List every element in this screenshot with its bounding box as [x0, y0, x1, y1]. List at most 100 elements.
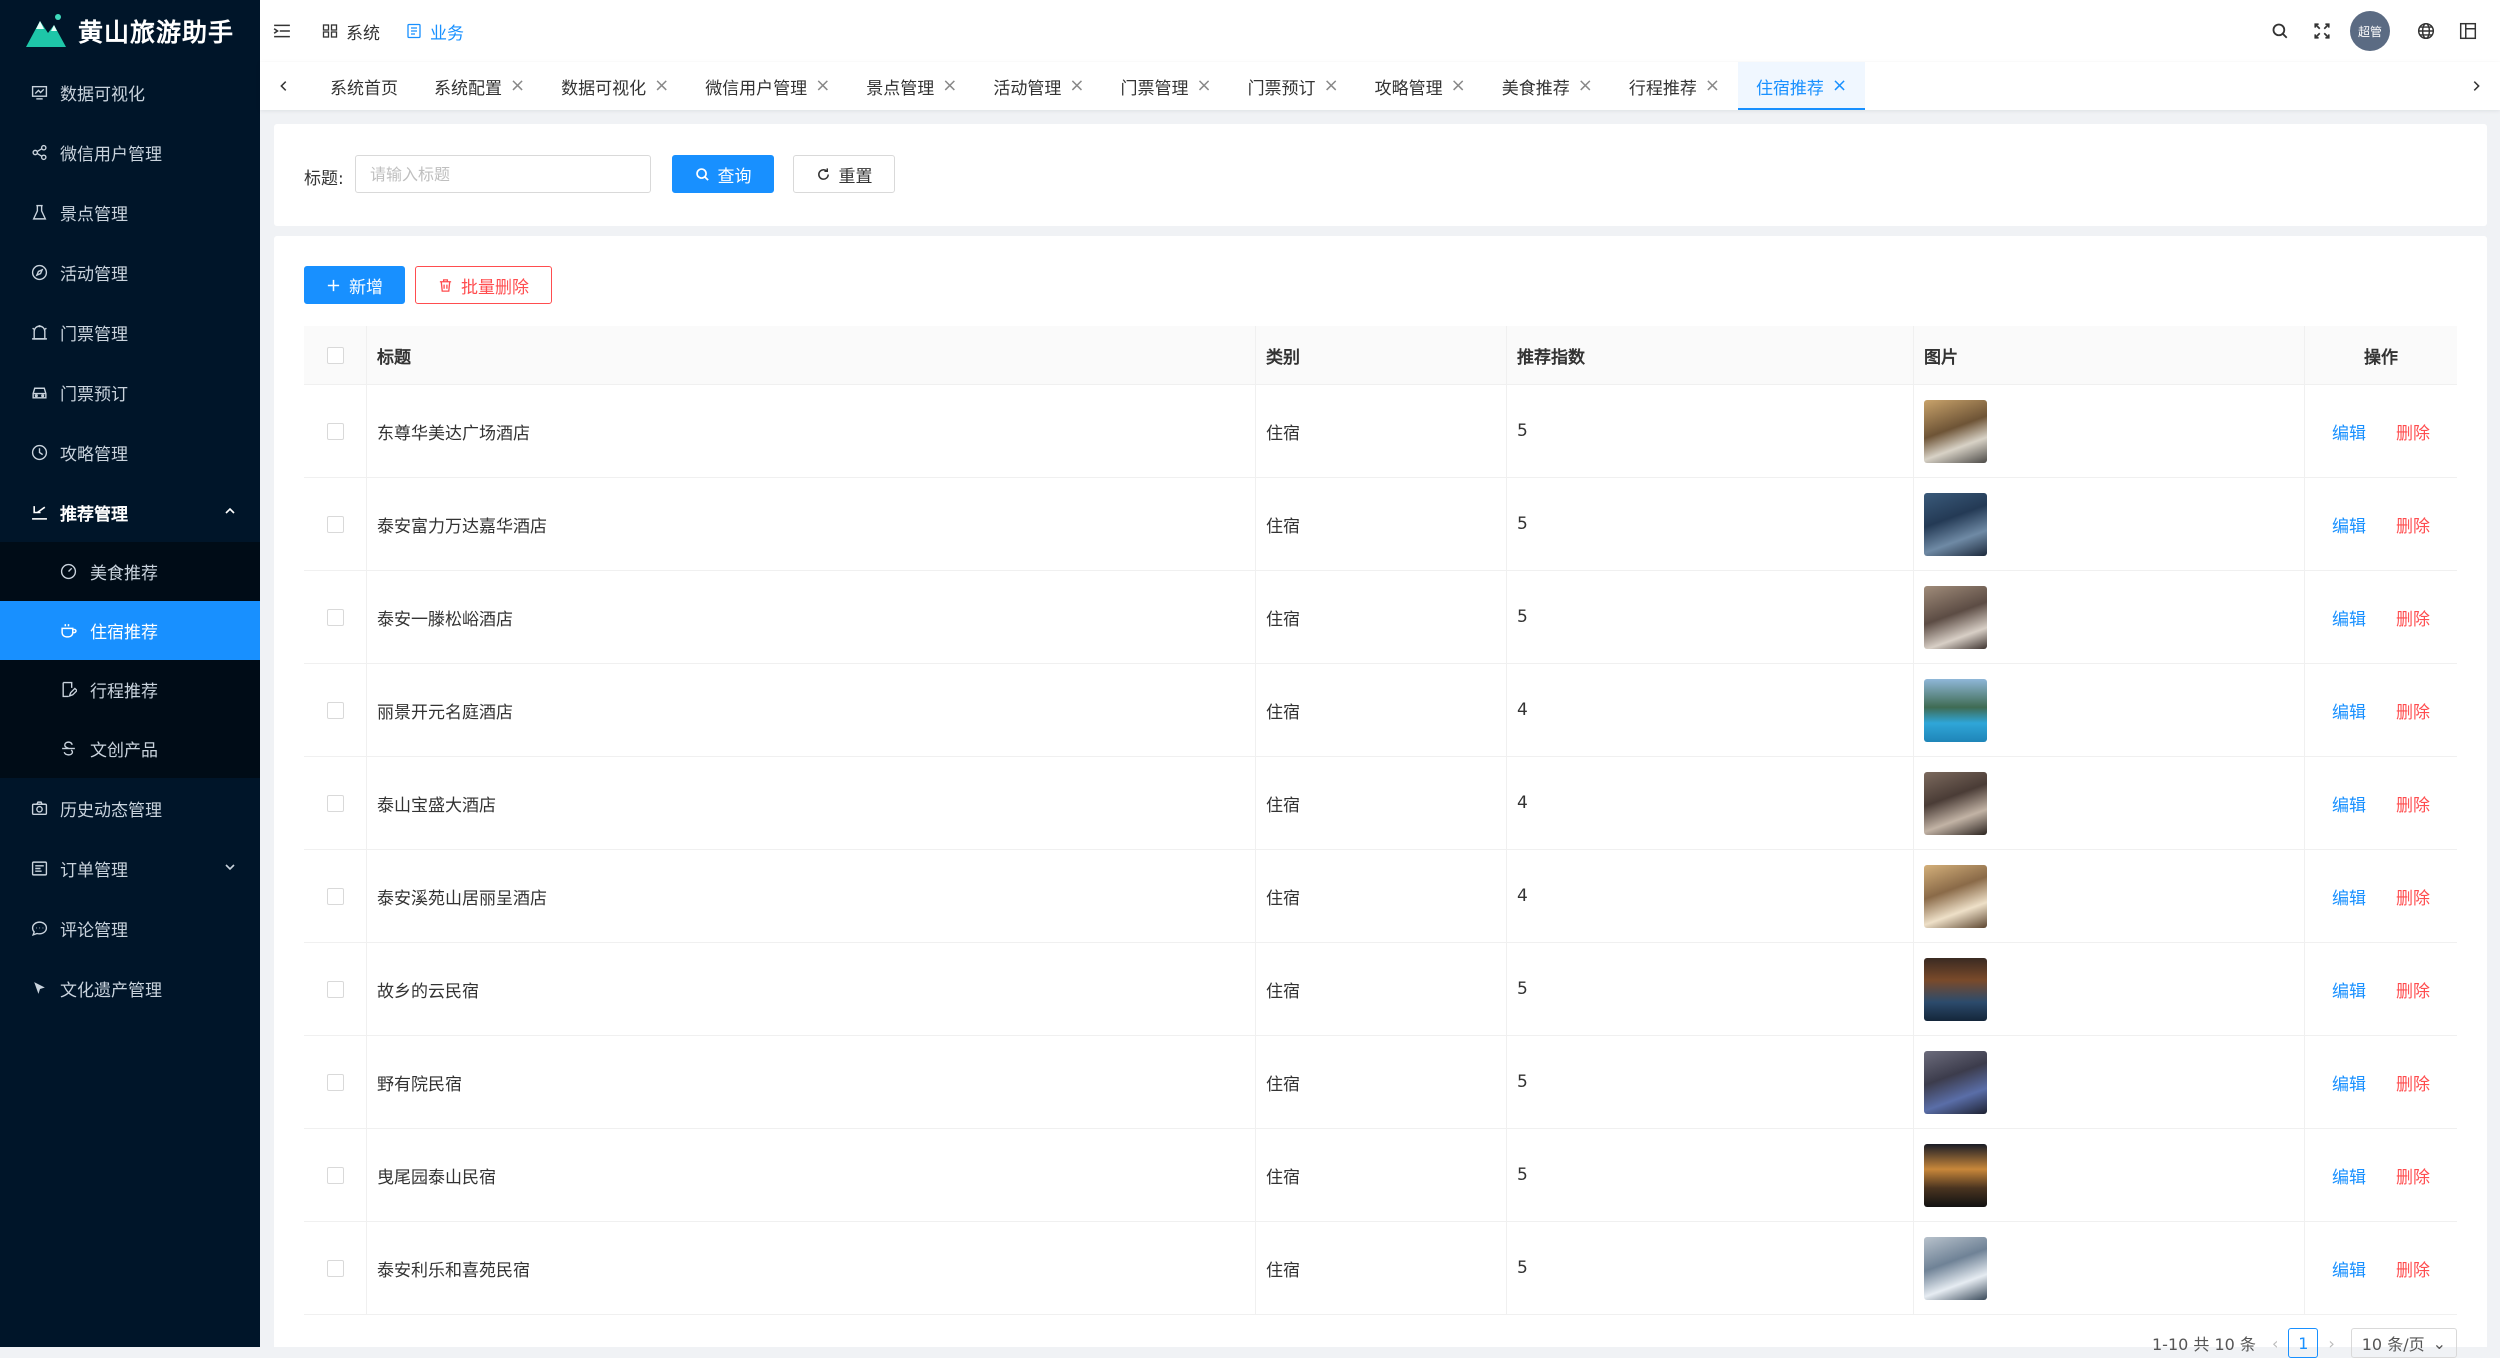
row-checkbox[interactable]	[326, 1166, 344, 1184]
row-checkbox[interactable]	[326, 887, 344, 905]
edit-link[interactable]: 编辑	[2332, 517, 2366, 537]
hotel-thumbnail[interactable]	[1924, 585, 1987, 649]
close-icon[interactable]: ×	[1705, 77, 1720, 95]
query-button[interactable]: 查询	[672, 155, 774, 193]
sidebar-item-cultural-products[interactable]: 文创产品	[0, 719, 260, 778]
row-checkbox[interactable]	[326, 980, 344, 998]
header-menu-business[interactable]: 业务	[406, 19, 464, 44]
hotel-thumbnail[interactable]	[1924, 492, 1987, 556]
select-all-checkbox[interactable]	[326, 346, 344, 364]
delete-link[interactable]: 删除	[2396, 517, 2430, 537]
prev-page-icon[interactable]: ‹	[2272, 1334, 2278, 1353]
tab-lodging[interactable]: 住宿推荐 ×	[1737, 62, 1866, 110]
hotel-thumbnail[interactable]	[1924, 864, 1987, 928]
batch-delete-button[interactable]: 批量删除	[415, 266, 552, 304]
row-checkbox[interactable]	[326, 1073, 344, 1091]
edit-link[interactable]: 编辑	[2332, 889, 2366, 909]
close-icon[interactable]: ×	[1578, 77, 1593, 95]
tab-ticket-booking[interactable]: 门票预订 ×	[1230, 62, 1357, 110]
avatar[interactable]: 超管	[2350, 11, 2390, 51]
hotel-thumbnail[interactable]	[1924, 771, 1987, 835]
edit-link[interactable]: 编辑	[2332, 424, 2366, 444]
sidebar-item-heritage[interactable]: 文化遗产管理	[0, 958, 260, 1018]
delete-link[interactable]: 删除	[2396, 1168, 2430, 1188]
delete-link[interactable]: 删除	[2396, 424, 2430, 444]
close-icon[interactable]: ×	[1832, 77, 1847, 95]
tabs-scroll-right-icon[interactable]	[2466, 76, 2486, 96]
close-icon[interactable]: ×	[1069, 77, 1084, 95]
edit-link[interactable]: 编辑	[2332, 1261, 2366, 1281]
row-checkbox[interactable]	[326, 422, 344, 440]
sidebar-item-activities[interactable]: 活动管理	[0, 242, 260, 302]
hotel-thumbnail[interactable]	[1924, 1050, 1987, 1114]
row-checkbox[interactable]	[326, 701, 344, 719]
sidebar-item-lodging[interactable]: 住宿推荐	[0, 601, 260, 660]
sidebar-item-history[interactable]: 历史动态管理	[0, 778, 260, 838]
reset-button[interactable]: 重置	[793, 155, 895, 193]
row-checkbox[interactable]	[326, 608, 344, 626]
tab-guides[interactable]: 攻略管理 ×	[1357, 62, 1484, 110]
delete-link[interactable]: 删除	[2396, 1261, 2430, 1281]
page-number[interactable]: 1	[2288, 1328, 2319, 1358]
tab-scenic-spots[interactable]: 景点管理 ×	[848, 62, 975, 110]
edit-link[interactable]: 编辑	[2332, 1075, 2366, 1095]
close-icon[interactable]: ×	[942, 77, 957, 95]
edit-link[interactable]: 编辑	[2332, 610, 2366, 630]
close-icon[interactable]: ×	[815, 77, 830, 95]
tab-tickets[interactable]: 门票管理 ×	[1102, 62, 1229, 110]
hotel-thumbnail[interactable]	[1924, 1236, 1987, 1300]
hotel-thumbnail[interactable]	[1924, 399, 1987, 463]
hotel-thumbnail[interactable]	[1924, 678, 1987, 742]
header-menu-system[interactable]: 系统	[322, 19, 380, 44]
sidebar-group-recommendations[interactable]: 推荐管理	[0, 482, 260, 542]
edit-link[interactable]: 编辑	[2332, 703, 2366, 723]
hotel-thumbnail[interactable]	[1924, 957, 1987, 1021]
close-icon[interactable]: ×	[1324, 77, 1339, 95]
tab-itinerary[interactable]: 行程推荐 ×	[1611, 62, 1738, 110]
sidebar-item-food[interactable]: 美食推荐	[0, 542, 260, 601]
tab-system-config[interactable]: 系统配置 ×	[416, 62, 543, 110]
sidebar-item-guides[interactable]: 攻略管理	[0, 422, 260, 482]
sidebar-item-orders[interactable]: 订单管理	[0, 838, 260, 898]
delete-link[interactable]: 删除	[2396, 1075, 2430, 1095]
sidebar-item-wechat-users[interactable]: 微信用户管理	[0, 122, 260, 182]
row-checkbox[interactable]	[326, 515, 344, 533]
tab-home[interactable]: 系统首页	[312, 62, 416, 110]
hotel-thumbnail[interactable]	[1924, 1143, 1987, 1207]
add-button[interactable]: 新增	[304, 266, 405, 304]
page-size-select[interactable]: 10 条/页 ⌄	[2350, 1328, 2457, 1358]
sidebar-item-data-visualization[interactable]: 数据可视化	[0, 62, 260, 122]
tabs-scroll-left-icon[interactable]	[274, 76, 294, 96]
delete-link[interactable]: 删除	[2396, 889, 2430, 909]
delete-link[interactable]: 删除	[2396, 703, 2430, 723]
row-checkbox[interactable]	[326, 1259, 344, 1277]
sidebar-item-scenic-spots[interactable]: 景点管理	[0, 182, 260, 242]
layout-icon[interactable]	[2458, 21, 2478, 41]
delete-link[interactable]: 删除	[2396, 982, 2430, 1002]
sidebar-item-ticket-booking[interactable]: 门票预订	[0, 362, 260, 422]
row-checkbox[interactable]	[326, 794, 344, 812]
tab-wechat-users[interactable]: 微信用户管理 ×	[687, 62, 848, 110]
close-icon[interactable]: ×	[654, 77, 669, 95]
delete-link[interactable]: 删除	[2396, 610, 2430, 630]
sidebar-item-itinerary[interactable]: 行程推荐	[0, 660, 260, 719]
tab-food[interactable]: 美食推荐 ×	[1484, 62, 1611, 110]
globe-icon[interactable]	[2416, 21, 2436, 41]
tab-data-visualization[interactable]: 数据可视化 ×	[543, 62, 687, 110]
close-icon[interactable]: ×	[510, 77, 525, 95]
fullscreen-icon[interactable]	[2312, 21, 2332, 41]
close-icon[interactable]: ×	[1451, 77, 1466, 95]
close-icon[interactable]: ×	[1196, 77, 1211, 95]
app-logo[interactable]: 黄山旅游助手	[0, 0, 260, 62]
tab-activities[interactable]: 活动管理 ×	[975, 62, 1102, 110]
sidebar-item-tickets[interactable]: 门票管理	[0, 302, 260, 362]
delete-link[interactable]: 删除	[2396, 796, 2430, 816]
search-icon[interactable]	[2270, 21, 2290, 41]
next-page-icon[interactable]: ›	[2328, 1334, 2334, 1353]
edit-link[interactable]: 编辑	[2332, 796, 2366, 816]
menu-fold-icon[interactable]	[272, 21, 292, 41]
sidebar-item-comments[interactable]: 评论管理	[0, 898, 260, 958]
edit-link[interactable]: 编辑	[2332, 1168, 2366, 1188]
edit-link[interactable]: 编辑	[2332, 982, 2366, 1002]
title-search-input[interactable]	[355, 155, 651, 193]
